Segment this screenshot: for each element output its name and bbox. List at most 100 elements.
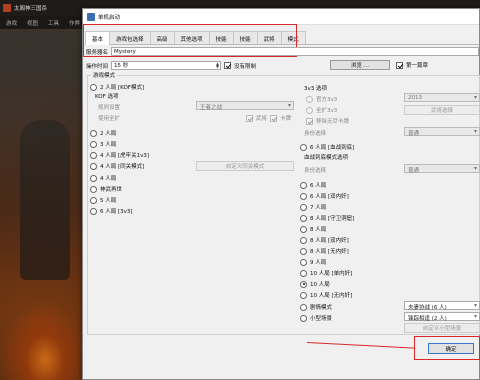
custom-mini-button[interactable]: 自定义小型场景 (404, 323, 480, 333)
menu-cheat[interactable]: 作弊 (69, 19, 80, 29)
background-fire-art (0, 300, 90, 380)
radio-2p[interactable] (90, 129, 97, 137)
radio-shenwu[interactable] (90, 185, 97, 193)
no-limit-checkbox[interactable] (224, 62, 232, 69)
kof-expand-label: 使用全扩 (98, 116, 121, 122)
radio-8p[interactable] (300, 225, 307, 233)
option-6p[interactable]: 6 人局 (300, 181, 326, 189)
option-kof[interactable]: 2 人局 [KOF模式] (90, 83, 144, 91)
tab-skills-1[interactable]: 技能 (208, 31, 234, 44)
option-shenwu[interactable]: 神武再世 (90, 185, 122, 193)
v3-exclude-option[interactable]: 移除无尽卡牌 (306, 117, 349, 125)
v3-official-option[interactable]: 官方3v3 (306, 95, 337, 103)
option-9p[interactable]: 9 人局 (300, 258, 326, 266)
option-10p-single[interactable]: 10 人局 [单内奸] (300, 269, 352, 277)
op-time-spinbox[interactable]: 15 秒 ▲ ▼ (111, 61, 222, 70)
option-9p-label: 9 人局 (310, 260, 327, 266)
option-mini[interactable]: 小型场景 (300, 314, 332, 322)
spin-arrows-icon[interactable]: ▲ ▼ (216, 62, 219, 69)
option-8p-guard[interactable]: 8 人局 [守卫洞窟] (300, 214, 354, 222)
confirm-button[interactable]: 确定 (428, 343, 474, 354)
radio-10p-none[interactable] (300, 291, 307, 299)
option-4p[interactable]: 4 人局 (90, 174, 116, 182)
radio-mini[interactable] (300, 314, 307, 322)
radio-6p-blood[interactable] (300, 143, 307, 151)
first-chapter-checkbox[interactable] (396, 61, 403, 69)
menu-tools[interactable]: 工具 (48, 19, 59, 29)
kof-cards-checkbox[interactable] (270, 114, 277, 122)
radio-10p-single[interactable] (300, 269, 307, 277)
option-8p-guard-label: 8 人局 [守卫洞窟] (310, 216, 355, 222)
dialog-title: 单机启动 (98, 14, 121, 21)
first-chapter-label: 第一篇章 (406, 63, 429, 69)
radio-10p[interactable] (300, 280, 307, 288)
option-4p-hulao[interactable]: 4 人局 [虎牢关1v3] (90, 151, 149, 159)
radio-kof[interactable] (90, 83, 97, 91)
radio-8p-none[interactable] (300, 247, 307, 255)
radio-6p[interactable] (300, 181, 307, 189)
tab-mode[interactable]: 模式 (280, 31, 306, 44)
option-6p-blood[interactable]: 6 人局 [血战到底] (300, 143, 354, 151)
option-2p[interactable]: 2 人局 (90, 129, 116, 137)
background-title: 太阁神三国杀 (14, 6, 48, 12)
op-time-row: 操作时间 15 秒 ▲ ▼ 没有限制 (86, 61, 256, 70)
tab-basic[interactable]: 基本 (85, 31, 111, 45)
v3-expand-option[interactable]: 全扩3v3 (306, 106, 337, 114)
option-6p-double-label: 6 人局 [双内奸] (310, 194, 349, 200)
radio-5p[interactable] (90, 196, 97, 204)
option-8p-double[interactable]: 8 人局 [双内奸] (300, 236, 349, 244)
scenario-select[interactable]: 夫妻协战 (6 人) (404, 301, 480, 311)
option-8p[interactable]: 8 人局 (300, 225, 326, 233)
server-name-input[interactable]: Mystery (111, 47, 480, 56)
radio-4p[interactable] (90, 174, 97, 182)
option-6p-blood-label: 6 人局 [血战到底] (310, 145, 355, 151)
blood-role-select[interactable]: 普通 (404, 164, 480, 174)
radio-8p-guard[interactable] (300, 214, 307, 222)
blood-options-title: 血战到底模式选项 (304, 155, 349, 161)
option-5p[interactable]: 5 人局 (90, 196, 116, 204)
radio-3p[interactable] (90, 140, 97, 148)
v3-exclude-label: 移除无尽卡牌 (316, 119, 350, 125)
tab-skills-2[interactable]: 技能 (232, 31, 258, 44)
first-chapter-row: 第一篇章 (396, 61, 428, 69)
v3-exclude-checkbox[interactable] (306, 117, 313, 125)
v3-choose-generals-button[interactable]: 武将选择 (404, 105, 480, 115)
radio-4p-tongguan[interactable] (90, 162, 97, 170)
v3-official-select[interactable]: 2013 (404, 93, 480, 102)
option-6p-double[interactable]: 6 人局 [双内奸] (300, 192, 349, 200)
mini-select[interactable]: 锋踪相逢 (2 人) (404, 312, 480, 322)
radio-scenario[interactable] (300, 303, 307, 311)
kof-rule-select[interactable]: 王者之战 (196, 101, 294, 111)
option-scenario[interactable]: 剧情模式 (300, 303, 332, 311)
option-8p-none[interactable]: 8 人局 [无内奸] (300, 247, 349, 255)
menu-view[interactable]: 视图 (27, 19, 38, 29)
radio-4p-hulao[interactable] (90, 151, 97, 159)
v3-official-radio[interactable] (306, 95, 313, 103)
option-10p-none[interactable]: 10 人局 [无内奸] (300, 291, 352, 299)
tab-other-options[interactable]: 其他选项 (173, 31, 210, 44)
option-7p-label: 7 人局 (310, 205, 327, 211)
option-7p[interactable]: 7 人局 (300, 203, 326, 211)
tab-generals[interactable]: 武将 (256, 31, 282, 44)
option-10p[interactable]: 10 人局 (300, 280, 330, 288)
option-4p-tongguan[interactable]: 4 人局 [同关模式] (90, 162, 144, 170)
radio-8p-double[interactable] (300, 236, 307, 244)
custom-tongguan-button[interactable]: 自定义同关模式 (196, 161, 294, 171)
radio-6p-double[interactable] (300, 192, 307, 200)
tab-advanced[interactable]: 高级 (149, 31, 175, 44)
radio-7p[interactable] (300, 203, 307, 211)
option-6p-3v3[interactable]: 6 人局 [3v3] (90, 207, 133, 215)
radio-6p-3v3[interactable] (90, 207, 97, 215)
option-shenwu-label: 神武再世 (100, 187, 123, 193)
v3-expand-radio[interactable] (306, 106, 313, 114)
kof-generals-option[interactable]: 武将 (246, 114, 267, 122)
browse-button[interactable]: 浏览 ... (330, 60, 390, 70)
tab-package[interactable]: 游戏包选择 (109, 31, 151, 44)
kof-generals-checkbox[interactable] (246, 114, 253, 122)
radio-9p[interactable] (300, 258, 307, 266)
option-8p-none-label: 8 人局 [无内奸] (310, 249, 349, 255)
option-3p[interactable]: 3 人局 (90, 140, 116, 148)
menu-game[interactable]: 游戏 (6, 19, 17, 29)
kof-cards-option[interactable]: 卡牌 (270, 114, 291, 122)
v3-role-select[interactable]: 普通 (404, 127, 480, 137)
